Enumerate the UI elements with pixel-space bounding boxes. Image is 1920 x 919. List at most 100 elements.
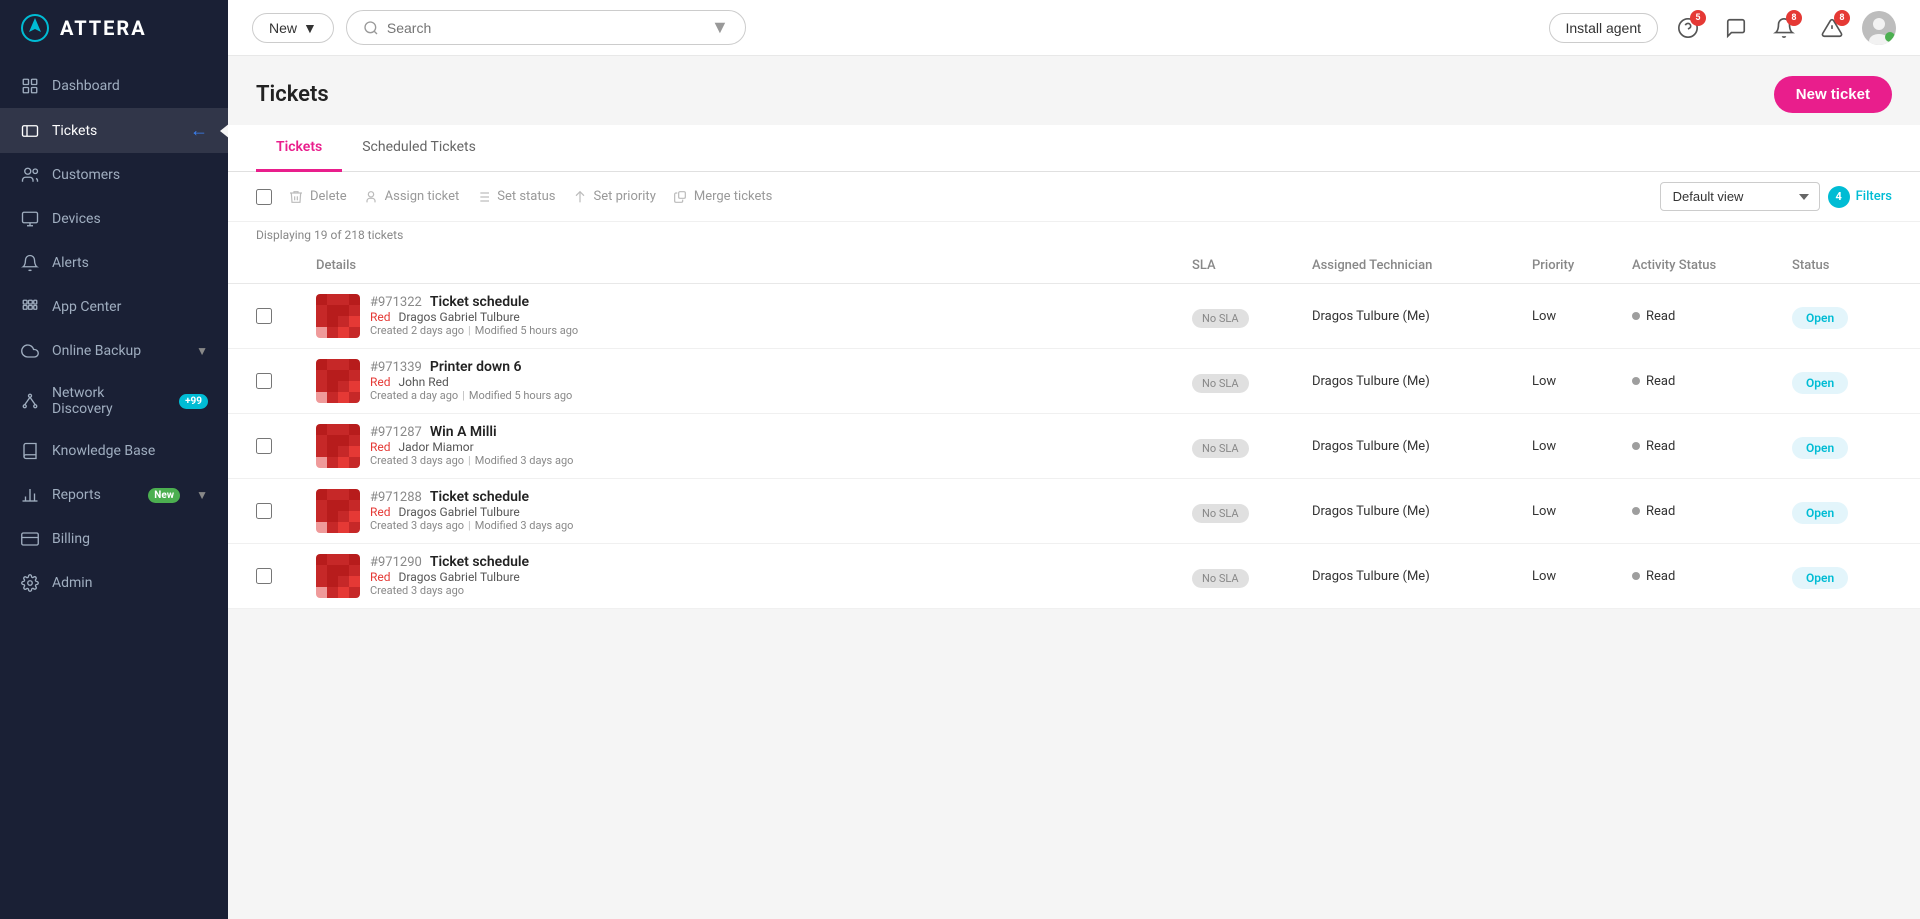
sidebar-item-tickets[interactable]: Tickets ←: [0, 108, 228, 153]
set-status-action[interactable]: Set status: [475, 189, 555, 205]
help-badge: 5: [1690, 10, 1706, 26]
chat-button[interactable]: [1718, 10, 1754, 46]
delete-label: Delete: [310, 189, 347, 204]
sidebar-item-customers[interactable]: Customers: [0, 153, 228, 197]
ticket-status: Open: [1792, 502, 1892, 521]
status-icon: [475, 189, 491, 205]
logo-icon: [20, 13, 50, 43]
table-row[interactable]: #971322 Ticket schedule Red Dragos Gabri…: [228, 284, 1920, 349]
ticket-status: Open: [1792, 437, 1892, 456]
ticket-dates: Created 3 days ago|Modified 3 days ago: [370, 454, 573, 467]
sidebar-item-app-center[interactable]: App Center: [0, 285, 228, 329]
page-title: Tickets: [256, 82, 329, 107]
ticket-details: #971288 Ticket schedule Red Dragos Gabri…: [316, 489, 1192, 533]
ticket-customer: Dragos Gabriel Tulbure: [399, 570, 520, 584]
ticket-priority: Low: [1532, 374, 1632, 389]
sidebar-item-online-backup[interactable]: Online Backup ▼: [0, 329, 228, 373]
row-checkbox[interactable]: [256, 568, 272, 584]
ticket-icon: [20, 121, 40, 141]
ticket-sla: No SLA: [1192, 502, 1312, 521]
activity-label: Read: [1646, 439, 1675, 454]
tab-tickets[interactable]: Tickets: [256, 125, 342, 172]
ticket-meta: Red Dragos Gabriel Tulbure: [370, 310, 578, 324]
status-dot: [1632, 442, 1640, 450]
checkbox-header: [256, 258, 316, 273]
ticket-company: Red: [370, 570, 391, 584]
search-input[interactable]: [387, 20, 703, 36]
ticket-meta: Red Dragos Gabriel Tulbure: [370, 570, 529, 584]
avatar[interactable]: [1862, 11, 1896, 45]
grid-icon: [20, 76, 40, 96]
ticket-id-title: #971287 Win A Milli: [370, 424, 573, 440]
activity-label: Read: [1646, 569, 1675, 584]
sidebar-item-devices[interactable]: Devices: [0, 197, 228, 241]
sidebar-item-billing[interactable]: Billing: [0, 517, 228, 561]
sidebar-item-label: Devices: [52, 211, 208, 227]
assign-icon: [363, 189, 379, 205]
ticket-technician: Dragos Tulbure (Me): [1312, 569, 1532, 584]
sidebar-item-admin[interactable]: Admin: [0, 561, 228, 605]
notifications-button[interactable]: 8: [1766, 10, 1802, 46]
new-button-label: New: [269, 20, 297, 36]
install-agent-button[interactable]: Install agent: [1549, 13, 1659, 43]
table-row[interactable]: #971290 Ticket schedule Red Dragos Gabri…: [228, 544, 1920, 609]
ticket-details: #971290 Ticket schedule Red Dragos Gabri…: [316, 554, 1192, 598]
filters-button[interactable]: 4 Filters: [1828, 186, 1892, 208]
ticket-meta: Red John Red: [370, 375, 572, 389]
ticket-meta: Red Jador Miamor: [370, 440, 573, 454]
search-bar[interactable]: ▼: [346, 10, 746, 45]
ticket-id-title: #971288 Ticket schedule: [370, 489, 573, 505]
set-priority-label: Set priority: [594, 189, 656, 204]
row-checkbox[interactable]: [256, 503, 272, 519]
new-button[interactable]: New ▼: [252, 13, 334, 43]
no-sla-badge: No SLA: [1192, 569, 1249, 588]
row-checkbox[interactable]: [256, 308, 272, 324]
cloud-icon: [20, 341, 40, 361]
table-row[interactable]: #971339 Printer down 6 Red John Red Crea…: [228, 349, 1920, 414]
sidebar-item-reports[interactable]: Reports New ▼: [0, 473, 228, 517]
view-dropdown[interactable]: Default view: [1660, 182, 1820, 211]
tab-scheduled[interactable]: Scheduled Tickets: [342, 125, 496, 172]
ticket-id: #971322: [370, 295, 422, 310]
no-sla-badge: No SLA: [1192, 439, 1249, 458]
status-header: Status: [1792, 258, 1892, 273]
ticket-id: #971290: [370, 555, 422, 570]
row-checkbox[interactable]: [256, 438, 272, 454]
row-checkbox-col: [256, 373, 316, 389]
sidebar-item-knowledge-base[interactable]: Knowledge Base: [0, 429, 228, 473]
ticket-title: Ticket schedule: [430, 554, 529, 570]
ticket-customer: Jador Miamor: [399, 440, 474, 454]
sidebar-item-dashboard[interactable]: Dashboard: [0, 64, 228, 108]
new-ticket-button[interactable]: New ticket: [1774, 76, 1892, 113]
assign-label: Assign ticket: [385, 189, 460, 204]
ticket-id-title: #971339 Printer down 6: [370, 359, 572, 375]
ticket-sla: No SLA: [1192, 567, 1312, 586]
help-button[interactable]: 5: [1670, 10, 1706, 46]
delete-action[interactable]: Delete: [288, 189, 347, 205]
chevron-down-icon: ▼: [196, 344, 208, 358]
merge-tickets-action[interactable]: Merge tickets: [672, 189, 772, 205]
topbar-right: Install agent 5 8 8: [1549, 10, 1897, 46]
table-row[interactable]: #971287 Win A Milli Red Jador Miamor Cre…: [228, 414, 1920, 479]
alerts-button[interactable]: 8: [1814, 10, 1850, 46]
logo[interactable]: ATTERA: [0, 0, 228, 56]
select-all-checkbox[interactable]: [256, 189, 272, 205]
network-icon: [20, 391, 40, 411]
ticket-details: #971339 Printer down 6 Red John Red Crea…: [316, 359, 1192, 403]
set-priority-action[interactable]: Set priority: [572, 189, 656, 205]
ticket-details: #971322 Ticket schedule Red Dragos Gabri…: [316, 294, 1192, 338]
ticket-title: Ticket schedule: [430, 294, 529, 310]
ticket-meta: Red Dragos Gabriel Tulbure: [370, 505, 573, 519]
row-checkbox[interactable]: [256, 373, 272, 389]
activity-label: Read: [1646, 309, 1675, 324]
assign-ticket-action[interactable]: Assign ticket: [363, 189, 460, 205]
ticket-dates: Created a day ago|Modified 5 hours ago: [370, 389, 572, 402]
sidebar-item-alerts[interactable]: Alerts: [0, 241, 228, 285]
ticket-title: Win A Milli: [430, 424, 497, 440]
search-icon: [363, 20, 379, 36]
open-badge: Open: [1792, 437, 1848, 459]
ticket-customer: John Red: [399, 375, 449, 389]
table-row[interactable]: #971288 Ticket schedule Red Dragos Gabri…: [228, 479, 1920, 544]
sidebar-item-network-discovery[interactable]: Network Discovery +99: [0, 373, 228, 429]
row-checkbox-col: [256, 308, 316, 324]
